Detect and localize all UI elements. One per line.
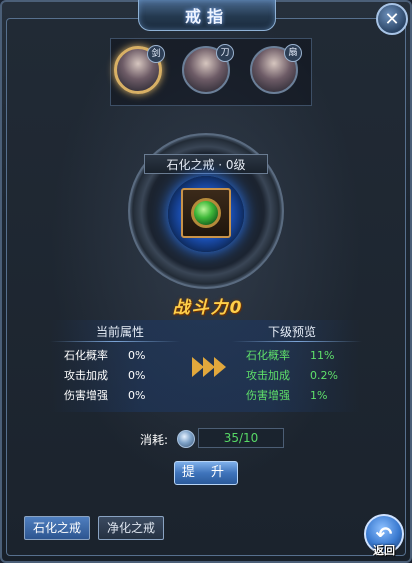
class-badge: 刀 xyxy=(216,44,234,62)
current-attr-value: 0% xyxy=(128,349,146,362)
current-attr-label: 石化概率 xyxy=(64,349,108,362)
next-attr-label: 攻击加成 xyxy=(246,369,290,382)
current-attr-value: 0% xyxy=(128,389,146,402)
upgrade-button[interactable]: 提 升 xyxy=(174,461,238,485)
character-avatar-blade[interactable]: 刀 xyxy=(182,44,234,94)
current-attr-label: 伤害增强 xyxy=(64,389,108,402)
next-attr-value: 1% xyxy=(310,389,328,402)
character-avatar-sword[interactable]: 剑 xyxy=(114,45,165,94)
window-title: 戒指 xyxy=(184,7,229,26)
ring-name-level: 石化之戒 · 0级 xyxy=(144,154,268,174)
close-button[interactable]: ✕ xyxy=(376,3,408,35)
class-badge: 扇 xyxy=(284,44,302,62)
combat-power: 战斗力0 xyxy=(172,297,244,318)
cost-amount: 35/10 xyxy=(198,428,284,448)
tab-purify-ring[interactable]: 净化之戒 xyxy=(98,516,164,540)
upgrade-arrow-icon xyxy=(186,354,230,380)
current-attributes-header: 当前属性 xyxy=(95,325,144,339)
current-attr-label: 攻击加成 xyxy=(64,369,108,382)
tab-petrify-ring[interactable]: 石化之戒 xyxy=(24,516,90,540)
next-attr-label: 石化概率 xyxy=(246,349,290,362)
next-attr-value: 11% xyxy=(310,349,335,362)
character-avatar-fan[interactable]: 扇 xyxy=(250,44,302,94)
next-level-header: 下级预览 xyxy=(267,325,316,339)
ring-item-slot[interactable] xyxy=(181,188,231,238)
close-icon: ✕ xyxy=(384,8,400,30)
divider xyxy=(232,341,362,342)
divider xyxy=(50,341,180,342)
class-badge: 剑 xyxy=(147,45,165,63)
back-label: 返回 xyxy=(373,544,395,557)
ring-item-icon xyxy=(191,198,221,228)
next-attr-label: 伤害增强 xyxy=(246,389,290,402)
title-plate: 戒指 xyxy=(138,0,276,31)
stone-icon xyxy=(177,430,195,448)
cost-label: 消耗: xyxy=(140,433,169,447)
current-attr-value: 0% xyxy=(128,369,146,382)
next-attr-value: 0.2% xyxy=(310,369,338,382)
